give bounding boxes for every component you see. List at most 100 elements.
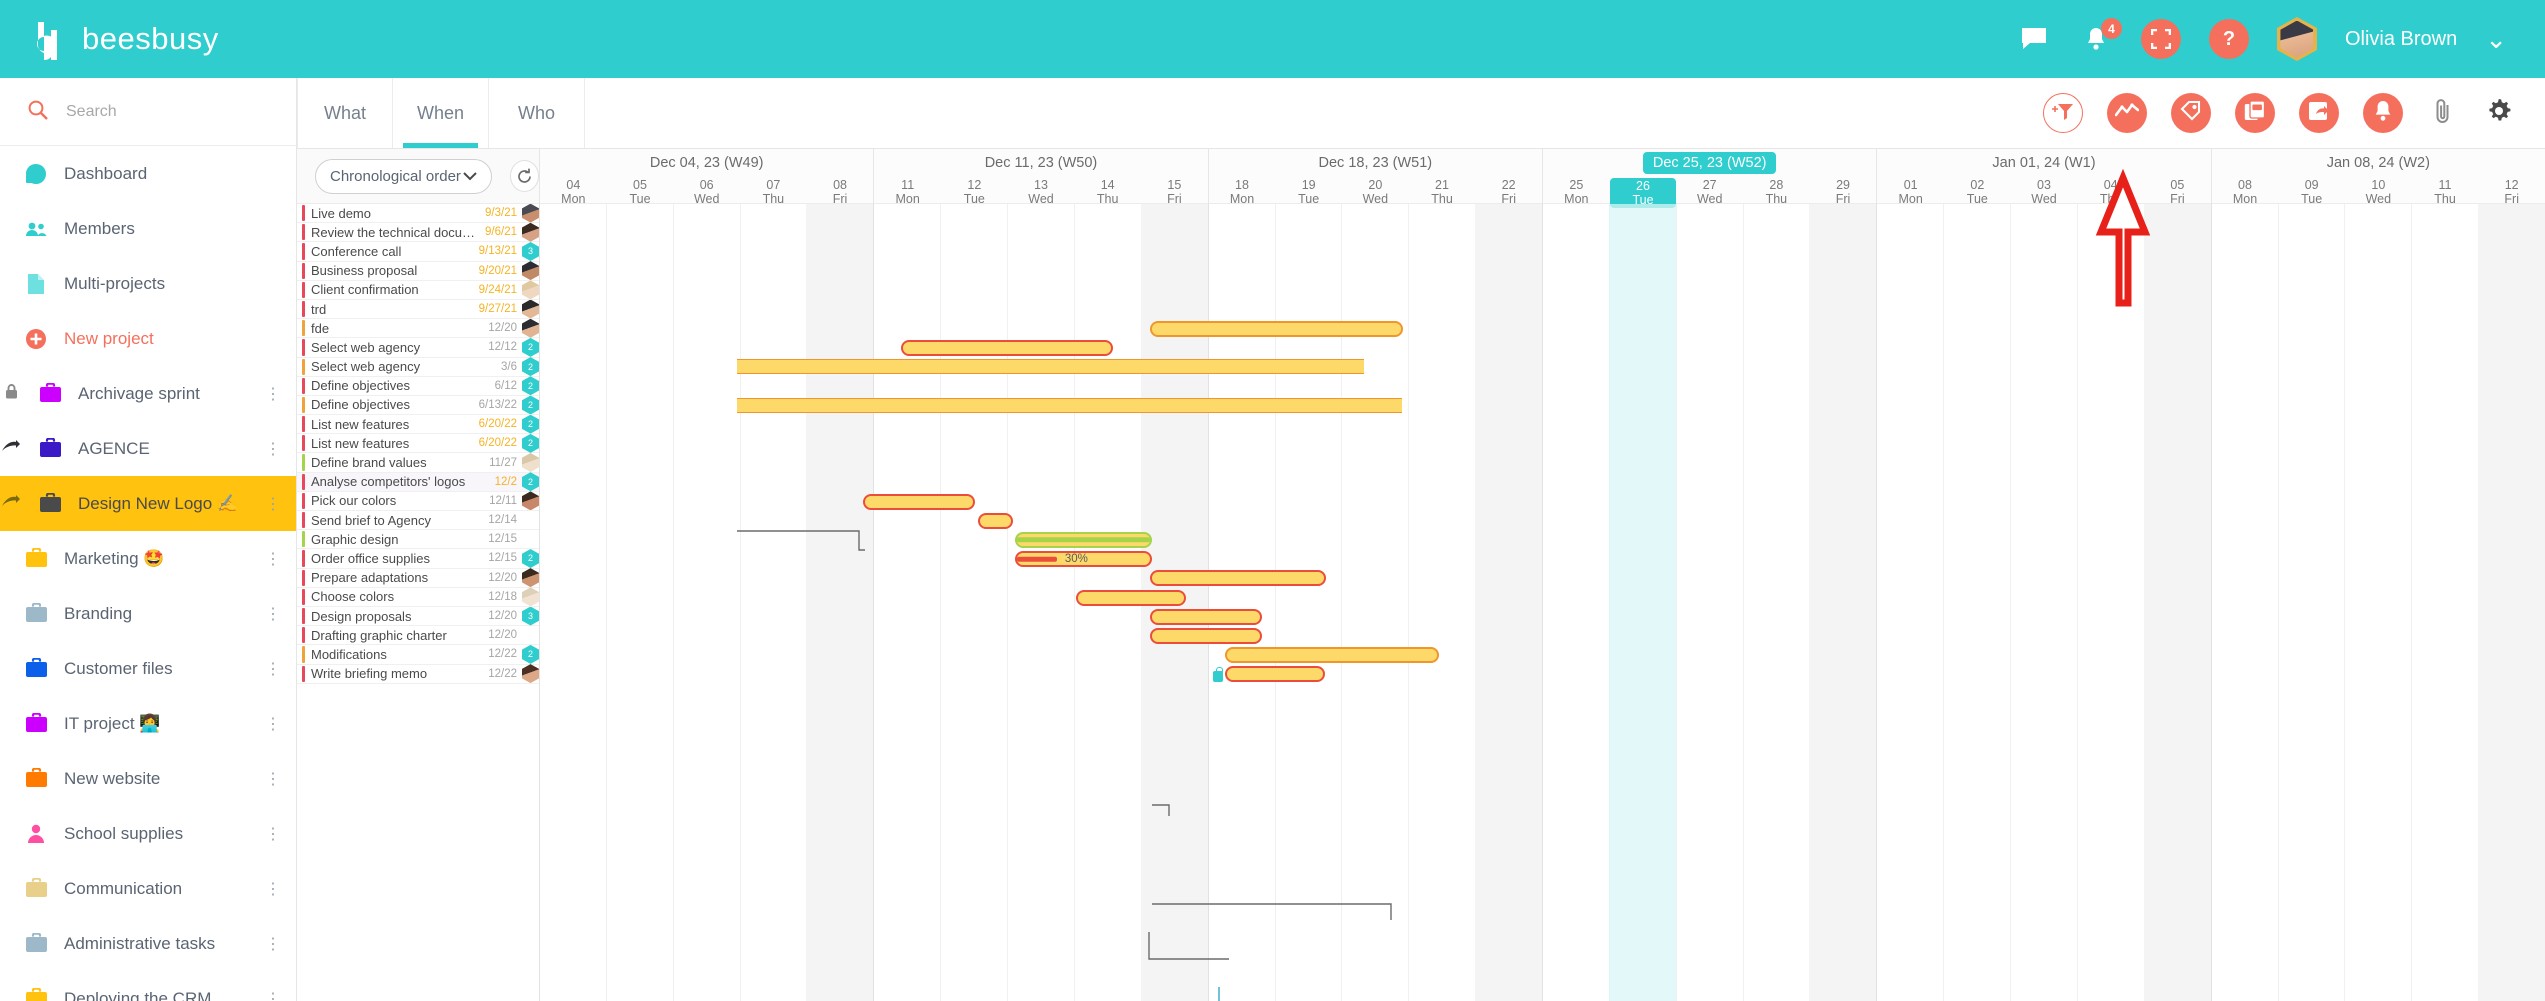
sidebar-item-members[interactable]: Members	[0, 201, 296, 256]
gantt-bar[interactable]	[863, 493, 975, 510]
gantt-bar[interactable]	[1225, 647, 1439, 664]
timeline-day[interactable]: 14 Thu	[1074, 178, 1141, 206]
gantt-bar[interactable]	[1150, 320, 1403, 337]
assignee-count-badge[interactable]: 2	[522, 376, 539, 396]
timeline-day[interactable]: 12 Fri	[2478, 178, 2545, 206]
order-select[interactable]: Chronological order	[315, 158, 492, 194]
task-row[interactable]: Define brand values 11/27	[297, 453, 539, 473]
timeline-day[interactable]: 04 Thu	[2077, 178, 2144, 206]
sidebar-item-communication[interactable]: Communication ⋮	[0, 861, 296, 916]
assignee-avatar[interactable]	[522, 587, 539, 607]
gantt-bar[interactable]	[1150, 608, 1262, 625]
assignee-count-badge[interactable]: 2	[522, 337, 539, 357]
assignee-count-badge[interactable]: 2	[522, 433, 539, 453]
sidebar-item-school-supplies[interactable]: School supplies ⋮	[0, 806, 296, 861]
item-menu-icon[interactable]: ⋮	[265, 824, 282, 844]
attachment-button[interactable]	[2427, 97, 2459, 129]
tag-button[interactable]	[2171, 93, 2211, 133]
item-menu-icon[interactable]: ⋮	[265, 989, 282, 1001]
task-row[interactable]: Send brief to Agency 12/14	[297, 511, 539, 531]
task-row[interactable]: Client confirmation 9/24/21	[297, 280, 539, 300]
assignee-avatar[interactable]	[522, 664, 539, 684]
assignee-count-badge[interactable]: 2	[522, 395, 539, 415]
task-row[interactable]: Pick our colors 12/11	[297, 491, 539, 511]
timeline-day[interactable]: 06 Wed	[673, 178, 740, 206]
assignee-avatar[interactable]	[522, 203, 539, 223]
help-icon[interactable]: ?	[2208, 19, 2249, 59]
gantt-bar[interactable]: 30%	[1015, 551, 1152, 568]
sidebar-item-marketing[interactable]: Marketing 🤩 ⋮	[0, 531, 296, 586]
task-row[interactable]: trd 9/27/21	[297, 299, 539, 320]
gantt-bar[interactable]	[1076, 589, 1186, 606]
task-row[interactable]: Choose colors 12/18	[297, 587, 539, 607]
timeline-day[interactable]: 03 Wed	[2011, 178, 2078, 206]
timeline-day[interactable]: 15 Fri	[1141, 178, 1208, 206]
task-row[interactable]: Define objectives 6/13/22 2	[297, 395, 539, 416]
task-row[interactable]: Graphic design 12/15	[297, 530, 539, 550]
item-menu-icon[interactable]: ⋮	[265, 934, 282, 954]
timeline-day[interactable]: 21 Thu	[1409, 178, 1476, 206]
assignee-avatar[interactable]	[522, 261, 539, 281]
assignee-count-badge[interactable]: 2	[522, 548, 539, 568]
timeline-day[interactable]: 04 Mon	[540, 178, 607, 206]
item-menu-icon[interactable]: ⋮	[265, 439, 282, 459]
gantt-bar[interactable]	[1150, 570, 1326, 587]
assignee-avatar[interactable]	[522, 318, 539, 338]
assignee-count-badge[interactable]: 2	[522, 644, 539, 664]
tab-what[interactable]: What	[297, 78, 393, 148]
sidebar-item-customer-files[interactable]: Customer files ⋮	[0, 641, 296, 696]
avatar[interactable]	[2276, 17, 2317, 61]
timeline-day[interactable]: 11 Mon	[874, 178, 941, 206]
task-row[interactable]: Select web agency 3/6 2	[297, 357, 539, 377]
timeline-day[interactable]: 07 Thu	[740, 178, 807, 206]
timeline-day[interactable]: 05 Tue	[607, 178, 674, 206]
task-row[interactable]: Business proposal 9/20/21	[297, 261, 539, 281]
add-filter-button[interactable]	[2043, 93, 2083, 133]
gantt-bar[interactable]	[1213, 666, 1325, 683]
task-row[interactable]: Select web agency 12/12 2	[297, 337, 539, 358]
timeline-day[interactable]: 13 Wed	[1008, 178, 1075, 206]
sidebar-item-archivage-sprint[interactable]: Archivage sprint ⋮	[0, 366, 296, 421]
activity-button[interactable]	[2107, 93, 2147, 133]
item-menu-icon[interactable]: ⋮	[265, 549, 282, 569]
item-menu-icon[interactable]: ⋮	[265, 714, 282, 734]
search-input[interactable]: Search	[0, 78, 296, 146]
assignee-count-badge[interactable]: 2	[522, 472, 539, 492]
timeline-day[interactable]: 02 Tue	[1944, 178, 2011, 206]
sidebar-item-multi-projects[interactable]: Multi-projects	[0, 256, 296, 311]
item-menu-icon[interactable]: ⋮	[265, 604, 282, 624]
sidebar-item-administrative-tasks[interactable]: Administrative tasks ⋮	[0, 916, 296, 971]
task-row[interactable]: Live demo 9/3/21	[297, 203, 539, 224]
app-logo[interactable]: beesbusy	[0, 18, 297, 61]
task-row[interactable]: Analyse competitors' logos 12/2 2	[297, 472, 539, 492]
timeline-day[interactable]: 08 Fri	[807, 178, 874, 206]
task-row[interactable]: Review the technical documentation9/6/21	[297, 222, 539, 243]
timeline-day[interactable]: 20 Wed	[1342, 178, 1409, 206]
timeline-day[interactable]: 05 Fri	[2144, 178, 2211, 206]
task-row[interactable]: Write briefing memo 12/22	[297, 664, 539, 684]
assignee-avatar[interactable]	[522, 453, 539, 473]
chevron-down-icon[interactable]: ⌄	[2485, 26, 2507, 52]
share-export-button[interactable]	[2299, 93, 2339, 133]
assignee-count-badge[interactable]: 3	[522, 606, 539, 626]
timeline-day[interactable]: 09 Tue	[2278, 178, 2345, 206]
sidebar-item-it-project[interactable]: IT project 👩‍💻 ⋮	[0, 696, 296, 751]
refresh-button[interactable]	[509, 160, 539, 192]
gantt-bar[interactable]	[978, 512, 1013, 529]
bell-icon[interactable]: 4	[2079, 18, 2122, 56]
item-menu-icon[interactable]: ⋮	[265, 384, 282, 404]
gantt-bar[interactable]	[1150, 627, 1262, 644]
task-row[interactable]: List new features 6/20/22 2	[297, 433, 539, 454]
sidebar-item-branding[interactable]: Branding ⋮	[0, 586, 296, 641]
tab-when[interactable]: When	[393, 78, 489, 148]
timeline-day[interactable]: 19 Tue	[1275, 178, 1342, 206]
gantt-bar[interactable]	[1015, 531, 1152, 548]
assignee-avatar[interactable]	[522, 491, 539, 511]
task-row[interactable]: Define objectives 6/12 2	[297, 376, 539, 396]
settings-button[interactable]	[2483, 97, 2515, 129]
timeline-day[interactable]: 12 Tue	[941, 178, 1008, 206]
assignee-count-badge[interactable]: 2	[522, 414, 539, 434]
gantt-bar[interactable]	[737, 397, 1402, 413]
sidebar-item-deploying-the-crm[interactable]: Deploying the CRM ⋮	[0, 971, 296, 1001]
item-menu-icon[interactable]: ⋮	[265, 494, 282, 514]
